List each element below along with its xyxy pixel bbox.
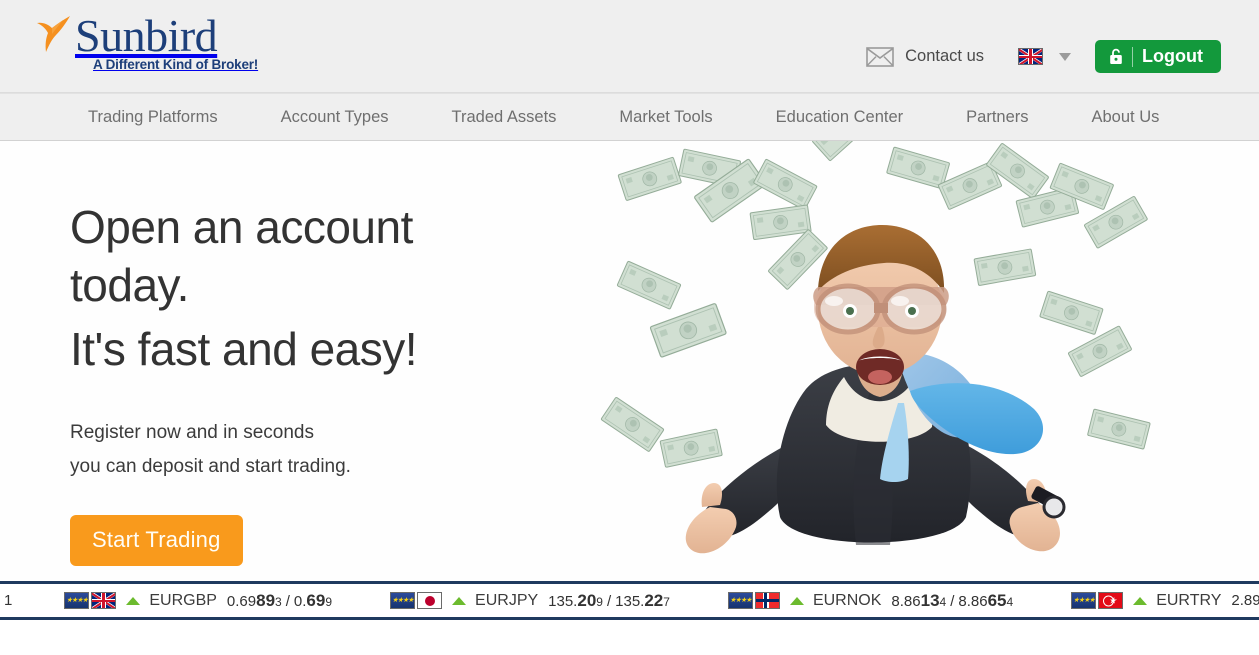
bid-big: 13	[920, 590, 940, 610]
bid-lead: 8.86	[891, 592, 921, 610]
eu-flag-icon: ★★★★	[390, 592, 416, 609]
norway-flag-icon	[754, 592, 780, 609]
ticker-flags: ★★★★	[727, 592, 780, 609]
hero-image-skydiver	[600, 141, 1151, 554]
hero-copy: Open an account today. It's fast and eas…	[70, 198, 550, 566]
ask-big: 69	[306, 590, 326, 610]
nav-item-market-tools[interactable]: Market Tools	[619, 108, 712, 127]
nav-item-partners[interactable]: Partners	[966, 108, 1028, 127]
bid-small: 4	[939, 594, 947, 609]
bid-big: 20	[577, 590, 597, 610]
chevron-down-icon[interactable]	[1059, 52, 1072, 61]
ask-small: 9	[325, 594, 333, 609]
contact-us-link[interactable]: Contact us	[905, 47, 984, 66]
hero-sub-line2: you can deposit and start trading.	[70, 456, 351, 477]
ticker-item-eurnok[interactable]: ★★★★ EURNOK 8.86134/8.86654	[727, 591, 1013, 611]
nav-item-traded-assets[interactable]: Traded Assets	[452, 108, 557, 127]
ticker-symbol: EURTRY	[1156, 591, 1222, 609]
bid-lead: 0.69	[226, 592, 257, 610]
turkey-flag-icon: ★	[1098, 592, 1124, 609]
eu-flag-icon: ★★★★	[727, 592, 753, 609]
nav-item-account-types[interactable]: Account Types	[281, 108, 389, 127]
ticker-price: 135.209/135.227	[548, 591, 670, 611]
arrow-up-icon	[1133, 596, 1148, 605]
sunbird-icon	[37, 16, 70, 52]
nav-item-about-us[interactable]: About Us	[1092, 108, 1160, 127]
logout-divider	[1132, 46, 1134, 67]
ask-small: 4	[1006, 594, 1014, 609]
hero-headline-line1: Open an account	[70, 201, 413, 253]
uk-flag-icon	[91, 592, 117, 609]
ask-small: 7	[663, 594, 670, 609]
bid-ask-separator: /	[606, 592, 612, 610]
ask-lead: 135.	[615, 592, 645, 610]
header-utility-bar: Contact us Logout	[866, 40, 1221, 73]
ticker-item-eurgbp[interactable]: ★★★★ EURGBP 0.69893/0.699	[64, 591, 332, 611]
page-footer-whitespace	[0, 620, 1259, 652]
ticker-symbol: EURJPY	[475, 591, 539, 609]
start-trading-button[interactable]: Start Trading	[70, 515, 243, 566]
bid-big: 89	[256, 590, 276, 610]
bid-ask-separator: /	[950, 592, 955, 610]
ticker-symbol: EURNOK	[812, 591, 882, 609]
ticker-flags: ★★★★ ★	[1071, 592, 1124, 609]
bid-small: 9	[596, 594, 603, 609]
ticker-item-eurjpy[interactable]: ★★★★ EURJPY 135.209/135.227	[390, 591, 670, 611]
brand-logo[interactable]: Sunbird A Different Kind of Broker!	[33, 11, 258, 72]
main-navigation: Trading Platforms Account Types Traded A…	[0, 93, 1259, 141]
bid-lead: 2.89	[1231, 592, 1259, 609]
logout-button[interactable]: Logout	[1095, 40, 1221, 73]
bid-ask-separator: /	[285, 592, 290, 610]
brand-tagline: A Different Kind of Broker!	[93, 57, 259, 72]
arrow-up-icon	[126, 596, 141, 605]
ask-lead: 0.	[293, 592, 307, 610]
page-root: Sunbird A Different Kind of Broker! Cont…	[0, 0, 1259, 655]
hero-headline-line3: It's fast and easy!	[70, 323, 418, 375]
arrow-up-icon	[452, 596, 467, 605]
ticker-flags: ★★★★	[390, 592, 443, 609]
site-header: Sunbird A Different Kind of Broker! Cont…	[0, 0, 1259, 93]
ask-big: 65	[987, 590, 1007, 610]
forex-ticker-bar[interactable]: 1 ★★★★ EURGBP 0.69893/0.699 ★★★★ EURJPY …	[0, 581, 1259, 620]
ticker-flags: ★★★★	[64, 592, 117, 609]
ticker-item-eurtry[interactable]: ★★★★ ★ EURTRY 2.89	[1071, 592, 1259, 610]
eu-flag-icon: ★★★★	[1071, 592, 1097, 609]
logout-label: Logout	[1142, 46, 1203, 66]
bid-lead: 135.	[548, 592, 578, 610]
ticker-price: 2.89	[1231, 592, 1259, 609]
ask-lead: 8.86	[958, 592, 988, 610]
arrow-up-icon	[789, 596, 804, 605]
ticker-symbol: EURGBP	[149, 591, 217, 609]
uk-flag-icon[interactable]	[1018, 48, 1044, 65]
ticker-price: 0.69893/0.699	[227, 591, 332, 611]
ticker-clipped-left: 1	[4, 592, 13, 609]
hero-headline-line2: today.	[70, 259, 189, 311]
nav-item-trading-platforms[interactable]: Trading Platforms	[88, 108, 218, 127]
eu-flag-icon: ★★★★	[64, 592, 90, 609]
hero-banner: Open an account today. It's fast and eas…	[0, 141, 1259, 581]
ticker-price: 8.86134/8.86654	[891, 591, 1013, 611]
bid-small: 3	[275, 594, 282, 609]
hero-sub-line1: Register now and in seconds	[70, 422, 314, 443]
ask-big: 22	[644, 590, 664, 610]
brand-name: Sunbird	[75, 10, 218, 61]
envelope-icon	[866, 46, 894, 67]
nav-item-education-center[interactable]: Education Center	[776, 108, 904, 127]
unlock-icon	[1110, 48, 1122, 64]
japan-flag-icon	[417, 592, 443, 609]
